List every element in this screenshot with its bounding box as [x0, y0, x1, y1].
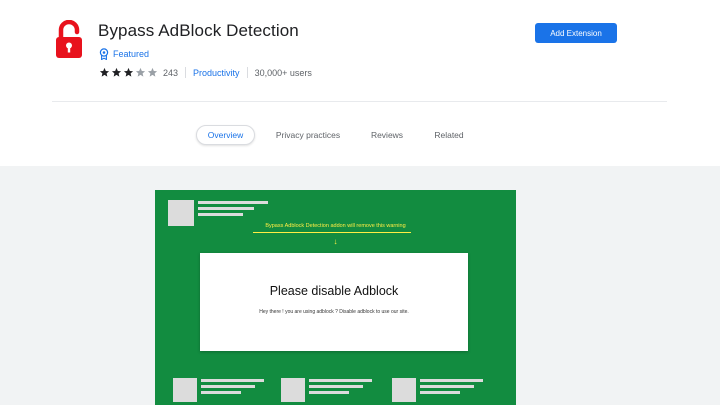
placeholder-line	[309, 391, 349, 394]
header-divider	[52, 101, 667, 102]
star-rating	[99, 67, 158, 78]
down-arrow-icon: ↓	[333, 237, 338, 246]
tab-privacy-practices[interactable]: Privacy practices	[268, 125, 348, 145]
placeholder-line	[198, 201, 268, 204]
placeholder-line	[198, 213, 243, 216]
add-extension-button[interactable]: Add Extension	[535, 23, 617, 43]
placeholder-line	[420, 385, 474, 388]
placeholder-line	[420, 391, 460, 394]
featured-label: Featured	[113, 49, 150, 59]
meta-divider	[185, 67, 187, 78]
modal-title: Please disable Adblock	[269, 284, 399, 298]
placeholder-line	[309, 379, 372, 382]
placeholder-line	[201, 391, 241, 394]
star-filled-icon	[111, 67, 122, 77]
placeholder-line	[420, 379, 483, 382]
notice-underline	[253, 232, 411, 233]
extension-header: Bypass AdBlock Detection Featured 243 Pr…	[0, 0, 720, 166]
modal-body: Hey there ! you are using adblock ? Disa…	[259, 309, 409, 315]
tab-related[interactable]: Related	[425, 125, 473, 145]
star-filled-icon	[123, 67, 134, 77]
unlocked-padlock-icon	[56, 20, 82, 58]
addon-notice: Bypass Adblock Detection addon will remo…	[265, 223, 406, 229]
adblock-modal: Please disable Adblock Hey there ! you a…	[200, 253, 468, 351]
star-empty-icon	[147, 67, 158, 77]
extension-title: Bypass AdBlock Detection	[98, 21, 299, 40]
rating-count: 243	[163, 67, 179, 78]
rating-row: 243 Productivity 30,000+ users	[99, 67, 312, 78]
placeholder-line	[201, 379, 264, 382]
user-count: 30,000+ users	[254, 67, 312, 78]
detail-tabs: Overview Privacy practices Reviews Relat…	[0, 125, 720, 145]
placeholder-image	[173, 378, 197, 402]
tab-overview[interactable]: Overview	[196, 125, 255, 145]
featured-badge-icon	[99, 48, 109, 60]
placeholder-image	[281, 378, 305, 402]
category-link[interactable]: Productivity	[193, 68, 240, 78]
meta-divider	[246, 67, 248, 78]
featured-badge[interactable]: Featured	[99, 48, 149, 60]
star-empty-icon	[135, 67, 146, 77]
placeholder-line	[309, 385, 363, 388]
placeholder-line	[198, 207, 254, 210]
placeholder-line	[201, 385, 255, 388]
tab-reviews[interactable]: Reviews	[362, 125, 412, 145]
placeholder-image	[392, 378, 416, 402]
extension-screenshot[interactable]: Bypass Adblock Detection addon will remo…	[155, 190, 516, 405]
star-filled-icon	[99, 67, 110, 77]
